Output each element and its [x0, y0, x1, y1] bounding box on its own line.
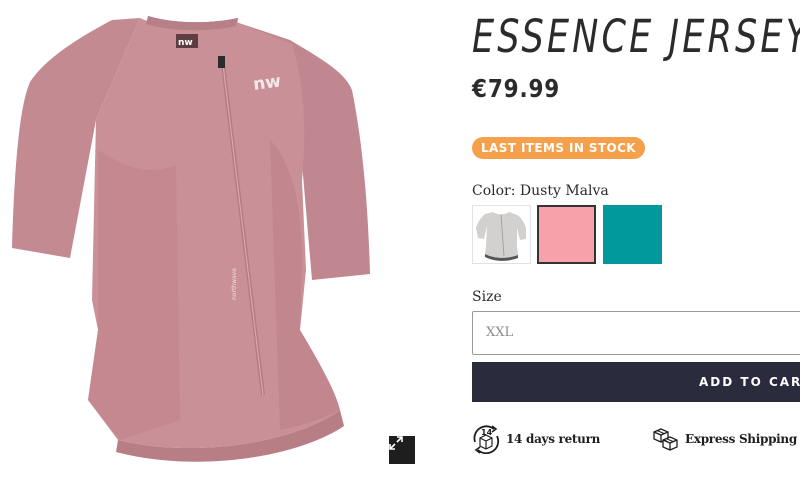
svg-text:nw: nw: [252, 71, 283, 95]
shipping-info: Express Shipping: [651, 424, 797, 454]
color-label: Color: Dusty Malva: [472, 183, 609, 199]
expand-icon: [389, 436, 403, 450]
return-policy: 14 14 days return: [470, 424, 600, 454]
color-swatch-dusty-malva[interactable]: [537, 205, 596, 264]
jersey-illustration: nw northwave nw: [12, 16, 370, 462]
svg-text:northwave: northwave: [231, 268, 238, 300]
add-to-cart-button[interactable]: ADD TO CART: [472, 362, 800, 402]
size-label: Size: [472, 289, 502, 305]
size-select[interactable]: XXL: [472, 311, 800, 355]
shipping-boxes-icon: [653, 428, 678, 451]
svg-text:nw: nw: [178, 38, 193, 48]
product-title: ESSENCE JERSEY: [472, 10, 800, 63]
color-swatch-grey[interactable]: [472, 205, 531, 264]
expand-image-button[interactable]: [389, 436, 415, 464]
return-box-icon: 14: [473, 425, 500, 454]
shipping-info-label: Express Shipping: [685, 432, 797, 446]
color-swatch-teal[interactable]: [603, 205, 662, 264]
stock-badge: LAST ITEMS IN STOCK: [472, 137, 645, 159]
grey-jersey-thumbnail: [476, 212, 526, 261]
product-image[interactable]: nw northwave nw: [0, 0, 430, 489]
svg-text:14: 14: [481, 428, 493, 437]
return-policy-label: 14 days return: [506, 432, 601, 446]
product-price: €79.99: [472, 74, 561, 103]
